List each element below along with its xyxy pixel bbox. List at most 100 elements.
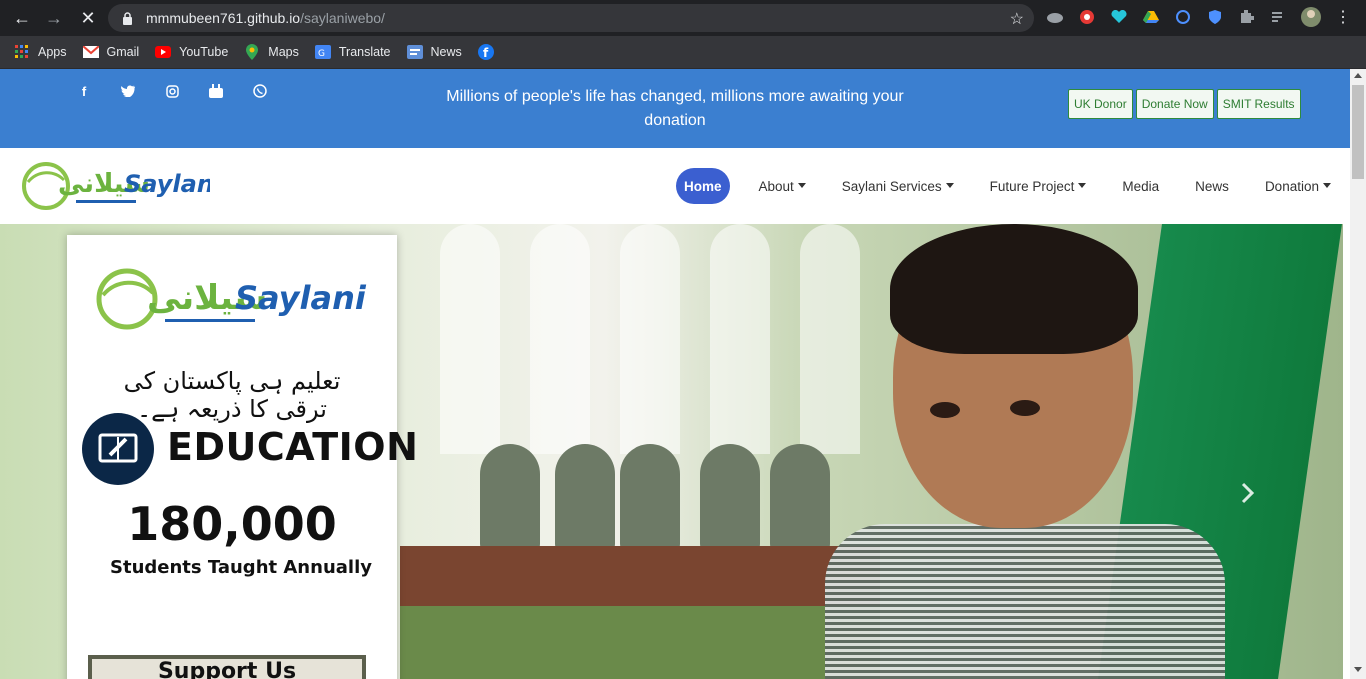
bookmark-maps[interactable]: Maps [244,44,299,60]
scroll-thumb[interactable] [1352,85,1364,179]
photo-student [620,444,680,554]
page-scrollbar[interactable] [1350,69,1366,679]
education-promo-card: سیلانی Saylani تعلیم ہی پاکستان کی ترقی … [67,235,418,679]
students-count-label: Students Taught Annually [110,557,372,578]
bookmark-gmail[interactable]: Gmail [82,44,140,60]
youtube-icon [155,44,172,60]
stop-loading-icon[interactable]: ✕ [74,4,102,32]
carousel-next-chevron-icon[interactable] [1238,479,1258,507]
photo-student [555,444,615,554]
photo-arch [440,224,500,454]
bookmark-translate[interactable]: G Translate [314,44,391,60]
smit-results-button[interactable]: SMIT Results [1216,89,1301,119]
url-host: mmmubeen761.github.io [146,10,301,26]
svg-text:Saylani: Saylani [235,279,367,317]
svg-text:f: f [483,46,489,60]
media-queue-icon[interactable] [1268,6,1290,28]
education-heading: EDUCATION [167,425,419,469]
lock-icon [120,11,134,25]
bookmark-star-icon[interactable]: ☆ [1010,9,1024,29]
extension-heart-icon[interactable] [1108,6,1130,28]
saylani-card-logo: سیلانی Saylani [95,267,370,337]
photo-arch [800,224,860,454]
photo-student [480,444,540,554]
svg-text:Saylani: Saylani [124,170,210,198]
uk-donor-button[interactable]: UK Donor [1068,89,1133,119]
page-viewport: f Millions of people's life has changed,… [0,69,1366,679]
profile-avatar-icon[interactable] [1300,6,1322,28]
urdu-slogan: تعلیم ہی پاکستان کی ترقی کا ذریعہ ہے۔ [123,367,341,423]
extension-cloud-icon[interactable] [1044,6,1066,28]
whatsapp-icon[interactable] [250,83,270,99]
support-us-label: Support Us [157,659,297,679]
translate-icon: G [314,44,331,60]
bookmark-news[interactable]: News [406,44,462,60]
nav-news[interactable]: News [1186,168,1238,204]
bookmark-label: Translate [338,45,391,59]
browser-toolbar: ← → ✕ mmmubeen761.github.io/saylaniwebo/… [0,0,1366,36]
support-us-button[interactable]: Support Us [88,655,366,679]
puzzle-icon[interactable] [1236,6,1258,28]
shield-icon[interactable] [1204,6,1226,28]
bookmark-facebook[interactable]: f [477,44,494,60]
bookmark-label: News [430,45,462,59]
google-drive-icon[interactable] [1140,6,1162,28]
bookmark-label: Maps [268,45,299,59]
scroll-up-arrow-icon[interactable] [1354,73,1362,78]
scroll-down-arrow-icon[interactable] [1354,667,1362,672]
photo-student [770,444,830,554]
photo-boy-shirt [825,524,1225,679]
instagram-icon[interactable] [162,83,182,99]
caret-down-icon [945,182,954,188]
bookmark-youtube[interactable]: YouTube [155,44,228,60]
photo-floor [400,606,880,679]
photo-eye [1010,400,1040,416]
nav-media[interactable]: Media [1113,168,1168,204]
saylani-logo[interactable]: سیلانی Saylani [20,160,223,214]
maps-icon [244,44,260,60]
nav-label: About [758,178,794,194]
donate-now-button[interactable]: Donate Now [1135,89,1214,119]
caret-down-icon [797,182,806,188]
nav-future-project[interactable]: Future Project [981,168,1096,204]
social-links: f [74,83,270,99]
students-count: 180,000 [127,497,337,551]
caret-down-icon [1322,182,1331,188]
bookmark-label: Gmail [106,45,140,59]
nav-donation[interactable]: Donation [1256,168,1340,204]
news-icon [406,44,423,60]
bookmarks-bar: Apps Gmail YouTube Maps G Translate News… [0,36,1366,69]
nav-label: Donation [1264,178,1319,194]
forward-arrow-icon[interactable]: → [40,4,68,32]
hero-carousel: سیلانی Saylani تعلیم ہی پاکستان کی ترقی … [0,224,1343,679]
twitter-icon[interactable] [118,83,138,99]
nav-about[interactable]: About [750,168,815,204]
bookmark-apps[interactable]: Apps [14,44,67,60]
menu-kebab-icon[interactable]: ⋮ [1332,6,1354,28]
extension-red-icon[interactable] [1076,6,1098,28]
extension-refresh-icon[interactable] [1172,6,1194,28]
svg-text:G: G [318,49,325,59]
apps-grid-icon [14,44,30,60]
photo-student [700,444,760,554]
education-book-icon [82,413,154,485]
bookmark-label: Apps [38,45,67,59]
photo-boy-hair [890,224,1138,354]
photo-eye [930,402,960,418]
back-arrow-icon[interactable]: ← [8,4,36,32]
address-bar[interactable]: mmmubeen761.github.io/saylaniwebo/ ☆ [108,4,1034,32]
url-path: /saylaniwebo/ [300,10,385,26]
facebook-icon: f [477,44,494,60]
caret-down-icon [1078,182,1087,188]
nav-home[interactable]: Home [676,168,730,204]
donation-tagline: Millions of people's life has changed, m… [446,88,904,129]
nav-saylani-services[interactable]: Saylani Services [833,168,963,204]
youtube-icon[interactable] [206,83,226,99]
gmail-icon [82,44,99,60]
top-info-bar: f Millions of people's life has changed,… [0,69,1350,148]
facebook-icon[interactable]: f [74,83,94,99]
bookmark-label: YouTube [179,45,229,59]
nav-label: Future Project [989,178,1075,194]
photo-arch [710,224,770,454]
photo-arch [620,224,680,454]
